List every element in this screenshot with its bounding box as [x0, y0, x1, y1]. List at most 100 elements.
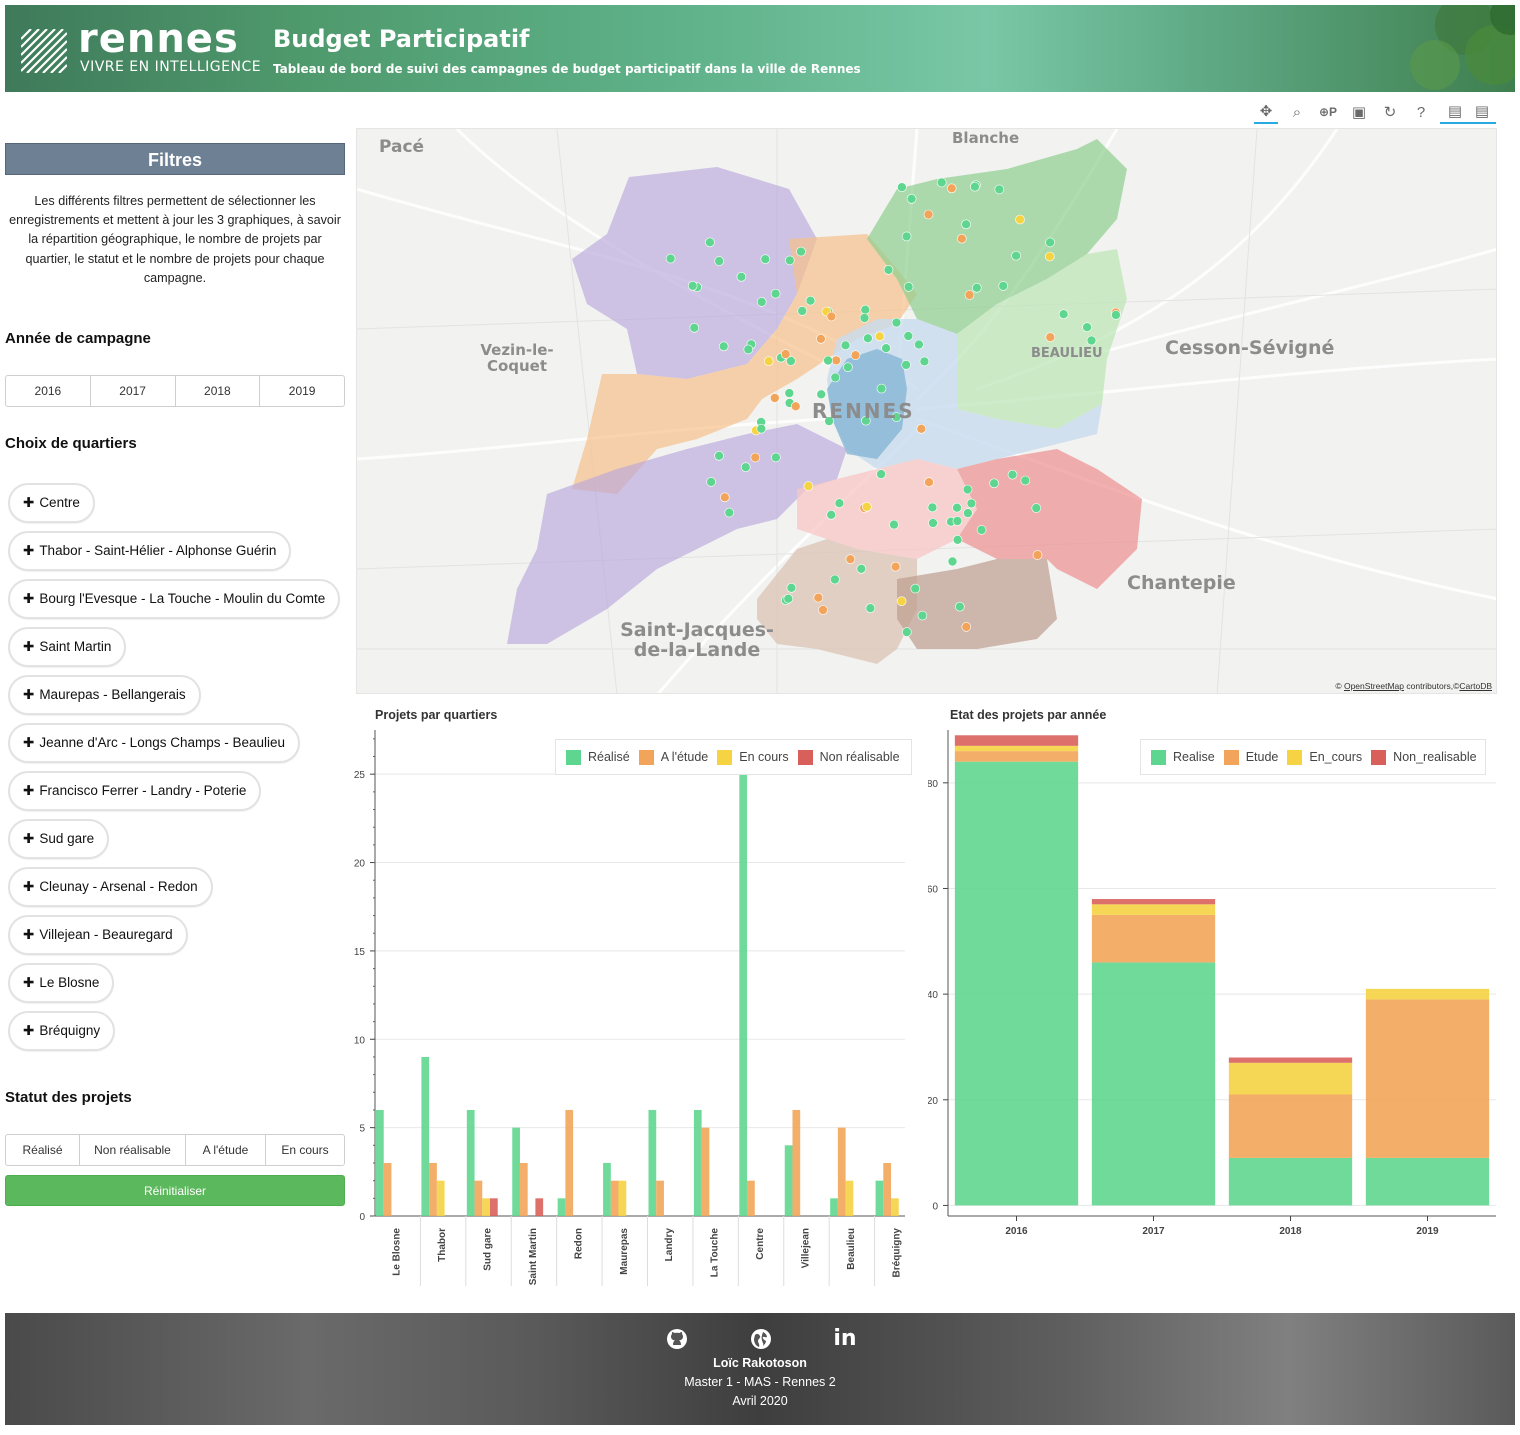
project-point[interactable] — [803, 481, 814, 491]
district-brequigny[interactable] — [757, 539, 917, 664]
project-point[interactable] — [1045, 332, 1056, 342]
project-point[interactable] — [823, 355, 833, 366]
project-point[interactable] — [784, 388, 795, 398]
project-point[interactable] — [780, 349, 791, 359]
osm-link[interactable]: OpenStreetMap — [1344, 681, 1404, 691]
project-point[interactable] — [891, 317, 902, 328]
save-icon[interactable]: ▣ — [1347, 100, 1371, 124]
hover-icon[interactable]: ▤ — [1440, 100, 1470, 124]
project-point[interactable] — [896, 596, 907, 607]
project-point[interactable] — [797, 306, 808, 316]
project-point[interactable] — [856, 563, 867, 574]
project-point[interactable] — [687, 281, 698, 291]
project-point[interactable] — [876, 383, 887, 394]
status-button-a-letude[interactable]: A l'étude — [186, 1135, 266, 1165]
project-point[interactable] — [1032, 550, 1043, 560]
year-button-2017[interactable]: 2017 — [91, 376, 176, 406]
district-pill-brequigny[interactable]: ✚ Bréquigny — [8, 1011, 116, 1051]
project-point[interactable] — [1111, 310, 1121, 320]
project-point[interactable] — [865, 603, 876, 614]
project-point[interactable] — [724, 507, 735, 518]
project-point[interactable] — [706, 477, 716, 487]
project-point[interactable] — [901, 231, 912, 242]
project-point[interactable] — [964, 290, 975, 300]
reset-button[interactable]: Réinitialiser — [5, 1175, 345, 1206]
project-point[interactable] — [1044, 251, 1055, 262]
project-point[interactable] — [840, 340, 851, 351]
reset-icon[interactable]: ↻ — [1378, 100, 1402, 124]
project-point[interactable] — [689, 323, 700, 333]
project-point[interactable] — [736, 272, 747, 282]
project-point[interactable] — [826, 311, 837, 322]
project-point[interactable] — [994, 184, 1005, 195]
project-point[interactable] — [963, 508, 973, 518]
project-point[interactable] — [1045, 237, 1055, 248]
district-map[interactable]: Pacé Blanche Vezin-le-Coquet BEAULIEU Ce… — [356, 128, 1497, 694]
project-point[interactable] — [763, 356, 774, 366]
project-point[interactable] — [947, 556, 958, 567]
project-point[interactable] — [830, 372, 841, 383]
project-point[interactable] — [769, 393, 780, 403]
project-point[interactable] — [874, 331, 885, 342]
chart-projets-par-quartiers[interactable]: 0 5 10 15 20 25 Le Blosne Thabor Sud gare Saint M… — [345, 724, 905, 1304]
district-francisco-ferrer[interactable] — [897, 559, 1057, 649]
project-point[interactable] — [1007, 469, 1018, 480]
project-point[interactable] — [750, 452, 761, 463]
project-point[interactable] — [952, 502, 962, 513]
project-point[interactable] — [771, 452, 781, 463]
project-point[interactable] — [901, 627, 912, 637]
project-point[interactable] — [714, 256, 725, 266]
hover-icon[interactable]: ▤ — [1468, 100, 1496, 124]
project-point[interactable] — [936, 177, 947, 188]
status-button-en-cours[interactable]: En cours — [266, 1135, 344, 1165]
project-point[interactable] — [843, 362, 853, 372]
project-point[interactable] — [665, 253, 676, 264]
project-point[interactable] — [952, 516, 963, 526]
project-point[interactable] — [946, 183, 957, 194]
project-point[interactable] — [743, 344, 754, 355]
project-point[interactable] — [903, 331, 914, 341]
district-pill-sud-gare[interactable]: ✚ Sud gare — [8, 819, 110, 859]
project-point[interactable] — [970, 181, 980, 192]
project-point[interactable] — [705, 237, 715, 248]
district-pill-cleunay[interactable]: ✚ Cleunay - Arsenal - Redon — [8, 867, 213, 907]
project-point[interactable] — [863, 333, 873, 344]
project-point[interactable] — [813, 592, 824, 603]
project-point[interactable] — [989, 478, 999, 489]
project-point[interactable] — [790, 401, 801, 412]
district-pill-thabor[interactable]: ✚ Thabor - Saint-Hélier - Alphonse Guérin — [8, 531, 292, 571]
project-point[interactable] — [826, 509, 837, 520]
project-point[interactable] — [718, 341, 729, 352]
project-point[interactable] — [906, 194, 917, 204]
project-point[interactable] — [923, 209, 934, 220]
wheel-zoom-icon[interactable]: ⊕P — [1316, 100, 1340, 124]
project-point[interactable] — [910, 583, 921, 594]
project-point[interactable] — [831, 355, 842, 366]
district-pill-saint-martin[interactable]: ✚ Saint Martin — [8, 627, 127, 667]
project-point[interactable] — [998, 281, 1009, 291]
cartodb-link[interactable]: CartoDB — [1459, 681, 1492, 691]
project-point[interactable] — [786, 582, 797, 593]
project-point[interactable] — [971, 283, 982, 293]
project-point[interactable] — [962, 484, 973, 495]
project-point[interactable] — [805, 295, 816, 306]
project-point[interactable] — [830, 574, 840, 585]
github-icon[interactable] — [665, 1327, 689, 1351]
project-point[interactable] — [796, 246, 806, 257]
district-pill-le-blosne[interactable]: ✚ Le Blosne — [8, 963, 115, 1003]
linkedin-icon[interactable]: in — [833, 1327, 857, 1351]
help-icon[interactable]: ? — [1409, 100, 1433, 124]
year-button-2019[interactable]: 2019 — [260, 376, 344, 406]
status-button-non-realisable[interactable]: Non réalisable — [80, 1135, 186, 1165]
project-point[interactable] — [924, 477, 934, 488]
project-point[interactable] — [917, 610, 928, 621]
project-point[interactable] — [952, 534, 963, 545]
project-point[interactable] — [783, 593, 794, 604]
pan-icon[interactable]: ✥ — [1254, 100, 1278, 124]
project-point[interactable] — [876, 469, 886, 479]
project-point[interactable] — [859, 313, 870, 323]
project-point[interactable] — [961, 622, 972, 632]
project-point[interactable] — [901, 360, 911, 370]
project-point[interactable] — [861, 501, 872, 512]
project-point[interactable] — [881, 343, 891, 353]
